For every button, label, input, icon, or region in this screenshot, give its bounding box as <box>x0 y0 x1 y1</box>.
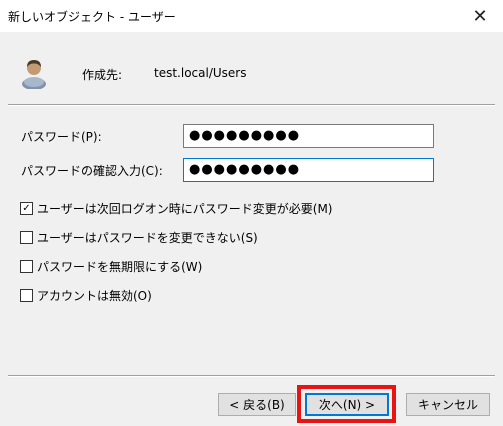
option-account-disabled[interactable]: アカウントは無効(O) <box>20 287 152 304</box>
close-button[interactable]: ✕ <box>457 0 503 32</box>
confirm-password-label: パスワードの確認入力(C): <box>21 164 163 178</box>
close-icon: ✕ <box>472 5 488 27</box>
option-label: ユーザーはパスワードを変更できない(S) <box>37 231 258 245</box>
highlight-box <box>297 385 396 423</box>
divider <box>8 104 495 106</box>
checkbox[interactable] <box>20 289 33 302</box>
checkbox-checked[interactable]: ✓ <box>20 202 33 215</box>
option-label: ユーザーは次回ログオン時にパスワード変更が必要(M) <box>37 202 333 216</box>
option-must-change-password[interactable]: ✓ ユーザーは次回ログオン時にパスワード変更が必要(M) <box>20 200 332 217</box>
confirm-password-field[interactable]: ●●●●●●●●● <box>183 158 434 182</box>
option-cannot-change-password[interactable]: ユーザーはパスワードを変更できない(S) <box>20 229 258 246</box>
back-button[interactable]: < 戻る(B) <box>218 393 296 416</box>
option-password-never-expires[interactable]: パスワードを無期限にする(W) <box>20 258 202 275</box>
cancel-button[interactable]: キャンセル <box>406 393 490 416</box>
password-field[interactable]: ●●●●●●●●● <box>183 124 434 148</box>
title-bar: 新しいオブジェクト - ユーザー ✕ <box>0 0 503 32</box>
window-title: 新しいオブジェクト - ユーザー <box>8 10 176 24</box>
create-in-label: 作成先: <box>82 68 123 82</box>
option-label: アカウントは無効(O) <box>37 289 152 303</box>
divider <box>8 375 495 377</box>
create-in-value: test.local/Users <box>154 66 247 80</box>
checkbox[interactable] <box>20 260 33 273</box>
option-label: パスワードを無期限にする(W) <box>37 260 203 274</box>
checkbox[interactable] <box>20 231 33 244</box>
user-icon <box>22 60 46 89</box>
password-label: パスワード(P): <box>21 130 102 144</box>
